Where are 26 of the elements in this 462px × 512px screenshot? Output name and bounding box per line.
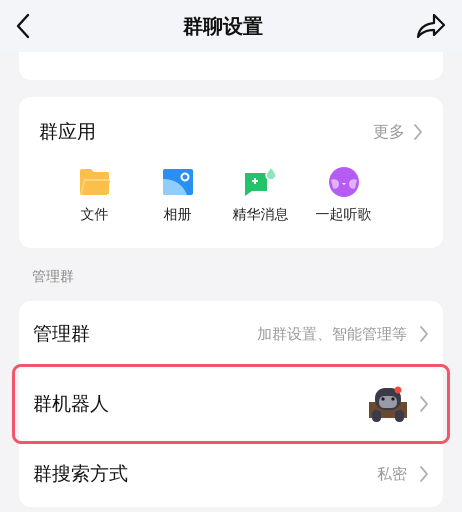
app-label[interactable]: 文件 [80, 204, 108, 226]
row-label: 管理群 [33, 322, 90, 347]
photo-album-icon [162, 168, 192, 194]
app-label[interactable]: 一起听歌 [316, 204, 372, 226]
chat-sparkle-icon [244, 166, 278, 198]
row-label: 群搜索方式 [33, 462, 128, 487]
app-label[interactable]: 相册 [164, 204, 192, 226]
chevron-right-icon [413, 123, 423, 142]
app-label[interactable]: 精华消息 [232, 204, 288, 226]
row-value: 私密 [377, 464, 407, 485]
settings-row[interactable]: 管理群 加群设置、智能管理等 [19, 301, 443, 367]
page-title: 群聊设置 [183, 13, 263, 40]
robot-avatar-icon [369, 384, 407, 424]
section-label: 管理群 [32, 268, 74, 287]
back-icon[interactable] [16, 13, 30, 39]
card-title: 群应用 [39, 120, 96, 145]
row-label: 群机器人 [33, 392, 109, 417]
settings-row[interactable]: 群机器人 [15, 367, 447, 441]
settings-row[interactable]: 群搜索方式 私密 [19, 441, 443, 507]
chevron-right-icon [419, 465, 429, 483]
row-value: 加群设置、智能管理等 [257, 324, 407, 345]
chevron-right-icon [419, 325, 429, 343]
chevron-right-icon [419, 395, 429, 413]
share-arrow-icon[interactable] [416, 13, 446, 39]
earbuds-icon [326, 166, 360, 198]
folder-icon [78, 168, 110, 196]
